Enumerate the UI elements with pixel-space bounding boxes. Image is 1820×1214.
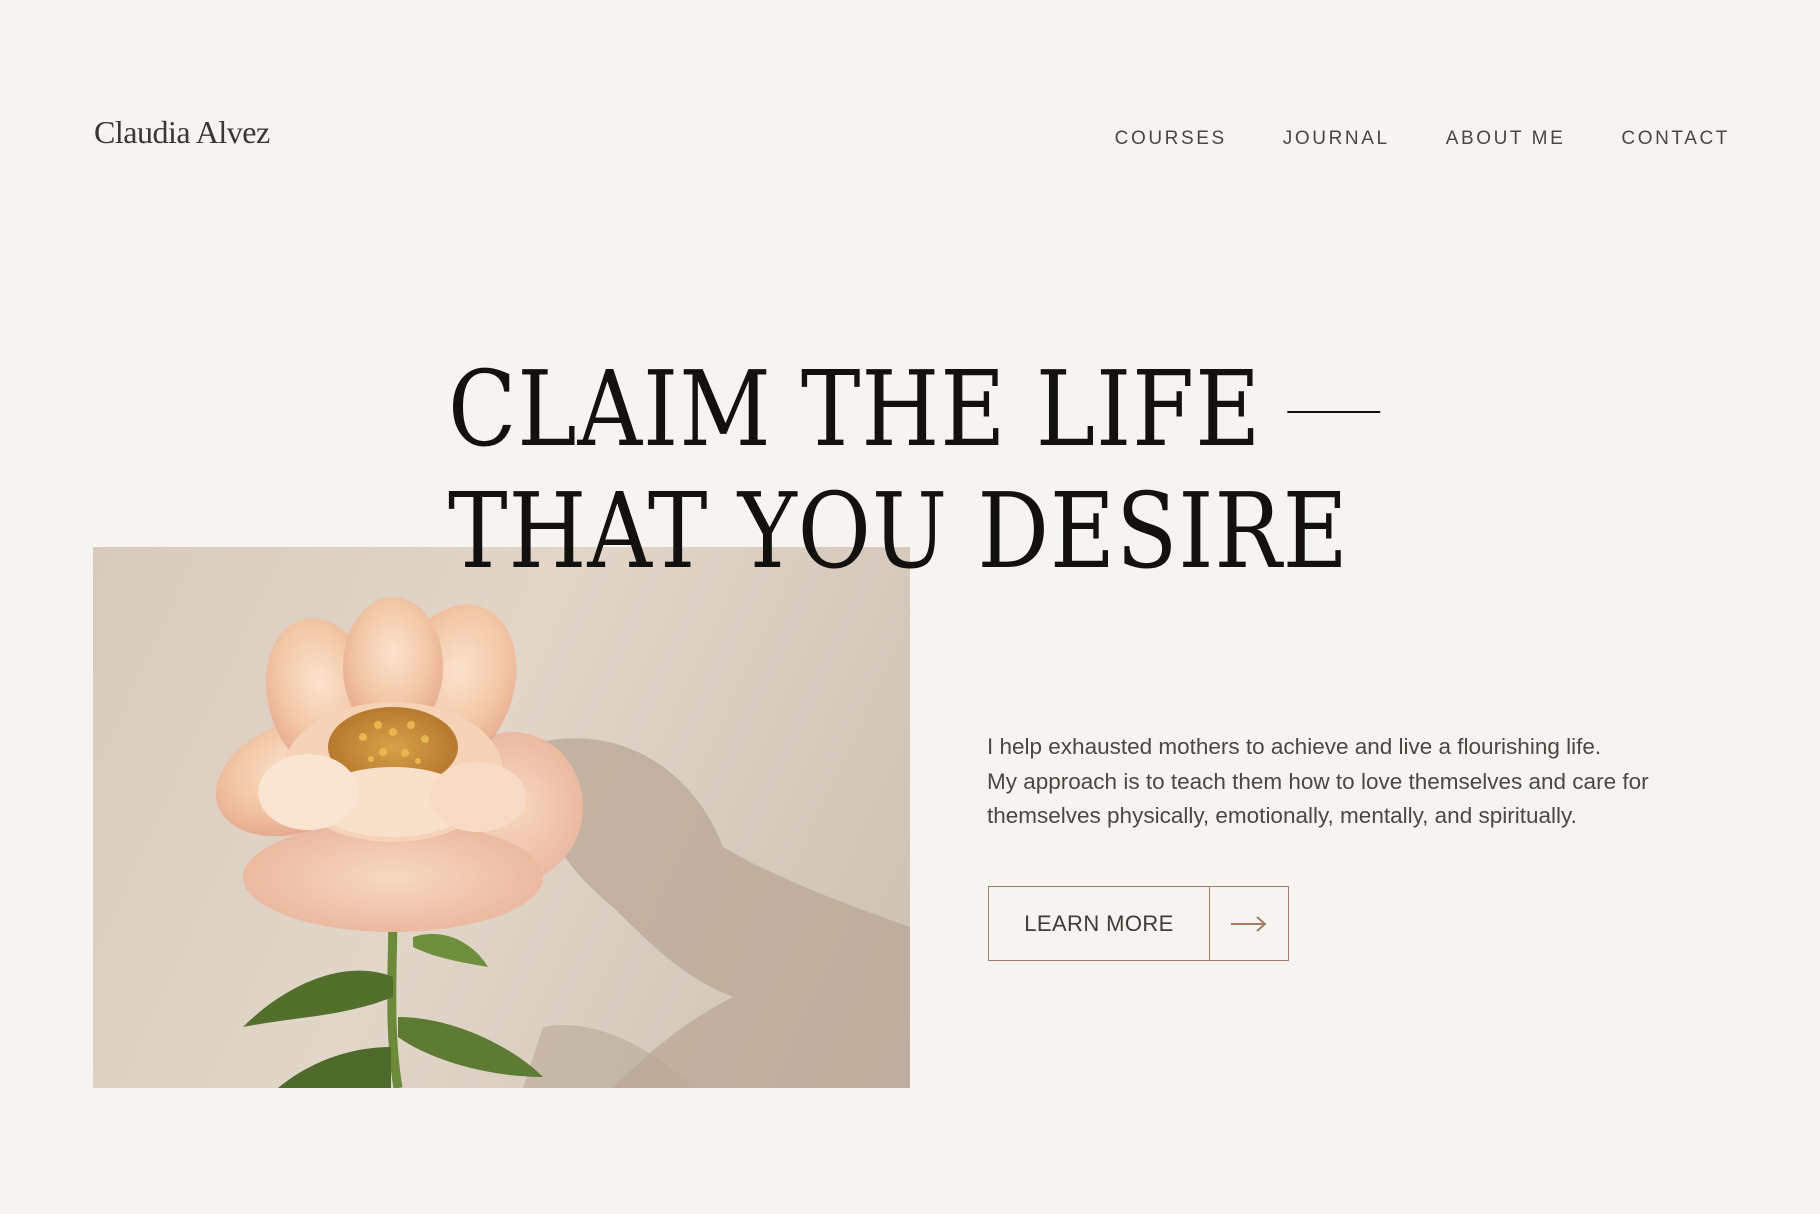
nav-courses[interactable]: COURSES xyxy=(1115,128,1227,150)
hero-headline: CLAIM THE LIFE THAT YOU DESIRE xyxy=(448,348,1380,592)
hero-intro: I help exhausted mothers to achieve and … xyxy=(987,730,1727,834)
headline-line-2: THAT YOU DESIRE xyxy=(448,470,1349,592)
main-nav: COURSES JOURNAL ABOUT ME CONTACT xyxy=(1059,128,1730,150)
nav-journal[interactable]: JOURNAL xyxy=(1283,128,1390,150)
intro-line: My approach is to teach them how to love… xyxy=(987,768,1649,794)
learn-more-button[interactable]: LEARN MORE xyxy=(988,886,1289,961)
intro-line: themselves physically, emotionally, ment… xyxy=(987,803,1577,828)
intro-line: I help exhausted mothers to achieve and … xyxy=(987,734,1602,759)
nav-about-me[interactable]: ABOUT ME xyxy=(1446,128,1566,150)
nav-contact[interactable]: CONTACT xyxy=(1621,128,1730,150)
learn-more-label: LEARN MORE xyxy=(989,887,1210,960)
headline-dash xyxy=(1287,410,1380,413)
peony-flower-photo xyxy=(93,547,910,1088)
site-logo[interactable]: Claudia Alvez xyxy=(94,114,270,151)
headline-line-1: CLAIM THE LIFE xyxy=(448,348,1380,470)
arrow-right-icon xyxy=(1210,887,1288,960)
